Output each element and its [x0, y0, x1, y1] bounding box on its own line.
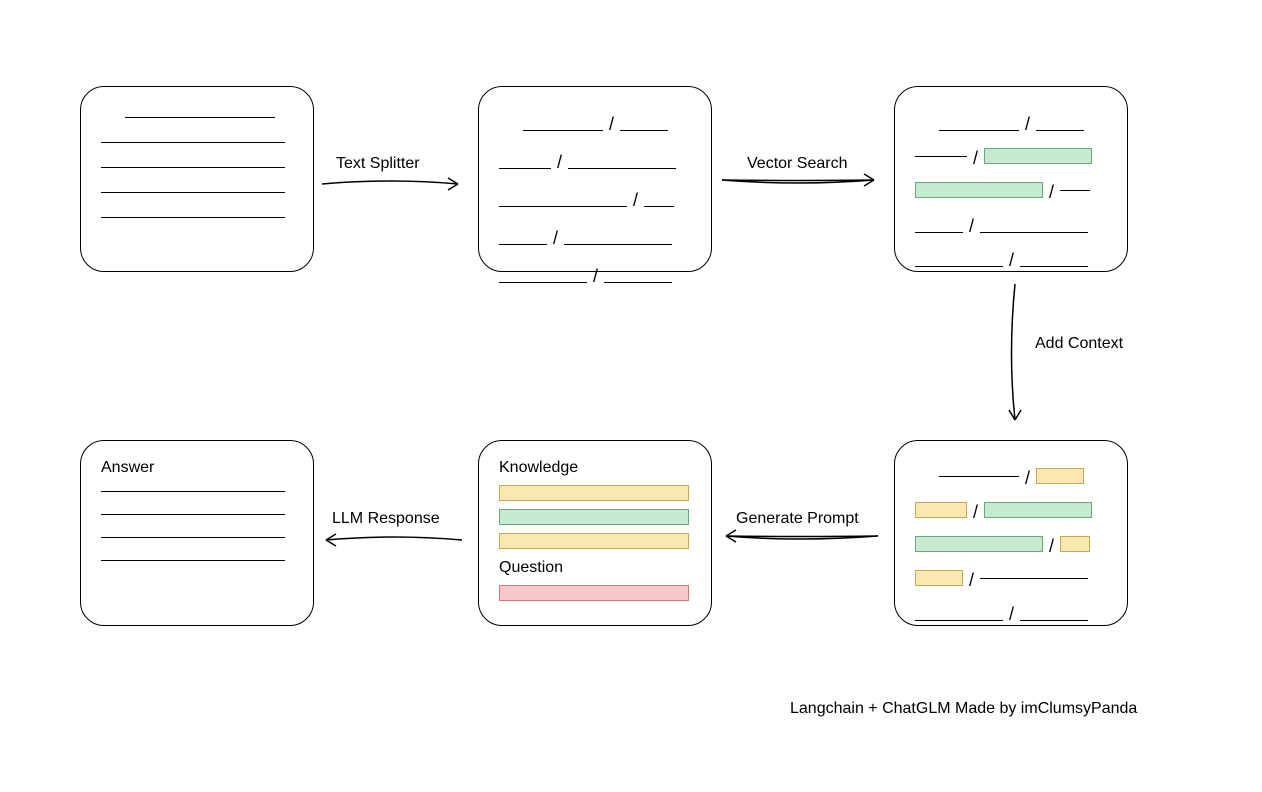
arrow-generate-prompt [718, 528, 884, 552]
highlight-bar-green [984, 502, 1092, 518]
box-prompt: Knowledge Question [478, 440, 712, 626]
knowledge-bar-yellow [499, 533, 689, 549]
answer-line [101, 514, 285, 515]
box-split-text: / / / / / [478, 86, 712, 272]
label-text-splitter: Text Splitter [336, 155, 420, 173]
label-question: Question [499, 559, 691, 577]
doc-line [101, 142, 285, 143]
arrow-llm-response [318, 528, 468, 552]
highlight-bar-green [915, 182, 1043, 198]
box-vector-search: / / / / / [894, 86, 1128, 272]
box-answer: Answer [80, 440, 314, 626]
label-knowledge: Knowledge [499, 459, 691, 477]
arrow-add-context [1000, 280, 1030, 430]
highlight-bar-yellow [1060, 536, 1090, 552]
highlight-bar-yellow [915, 570, 963, 586]
label-add-context: Add Context [1035, 335, 1123, 353]
highlight-bar-green [915, 536, 1043, 552]
box-add-context: / / / / / [894, 440, 1128, 626]
doc-line [101, 167, 285, 168]
doc-line [125, 117, 275, 118]
label-generate-prompt: Generate Prompt [736, 510, 859, 528]
arrow-text-splitter [318, 172, 468, 196]
doc-line [101, 192, 285, 193]
knowledge-bar-green [499, 509, 689, 525]
box-raw-document [80, 86, 314, 272]
knowledge-bar-yellow [499, 485, 689, 501]
highlight-bar-yellow [1036, 468, 1084, 484]
answer-line [101, 537, 285, 538]
answer-line [101, 491, 285, 492]
label-llm-response: LLM Response [332, 510, 440, 528]
label-answer: Answer [101, 459, 293, 477]
answer-line [101, 560, 285, 561]
label-vector-search: Vector Search [747, 155, 848, 173]
highlight-bar-green [984, 148, 1092, 164]
arrow-vector-search [718, 172, 884, 196]
question-bar-red [499, 585, 689, 601]
doc-line [101, 217, 285, 218]
highlight-bar-yellow [915, 502, 967, 518]
footer-credit: Langchain + ChatGLM Made by imClumsyPand… [790, 700, 1137, 718]
